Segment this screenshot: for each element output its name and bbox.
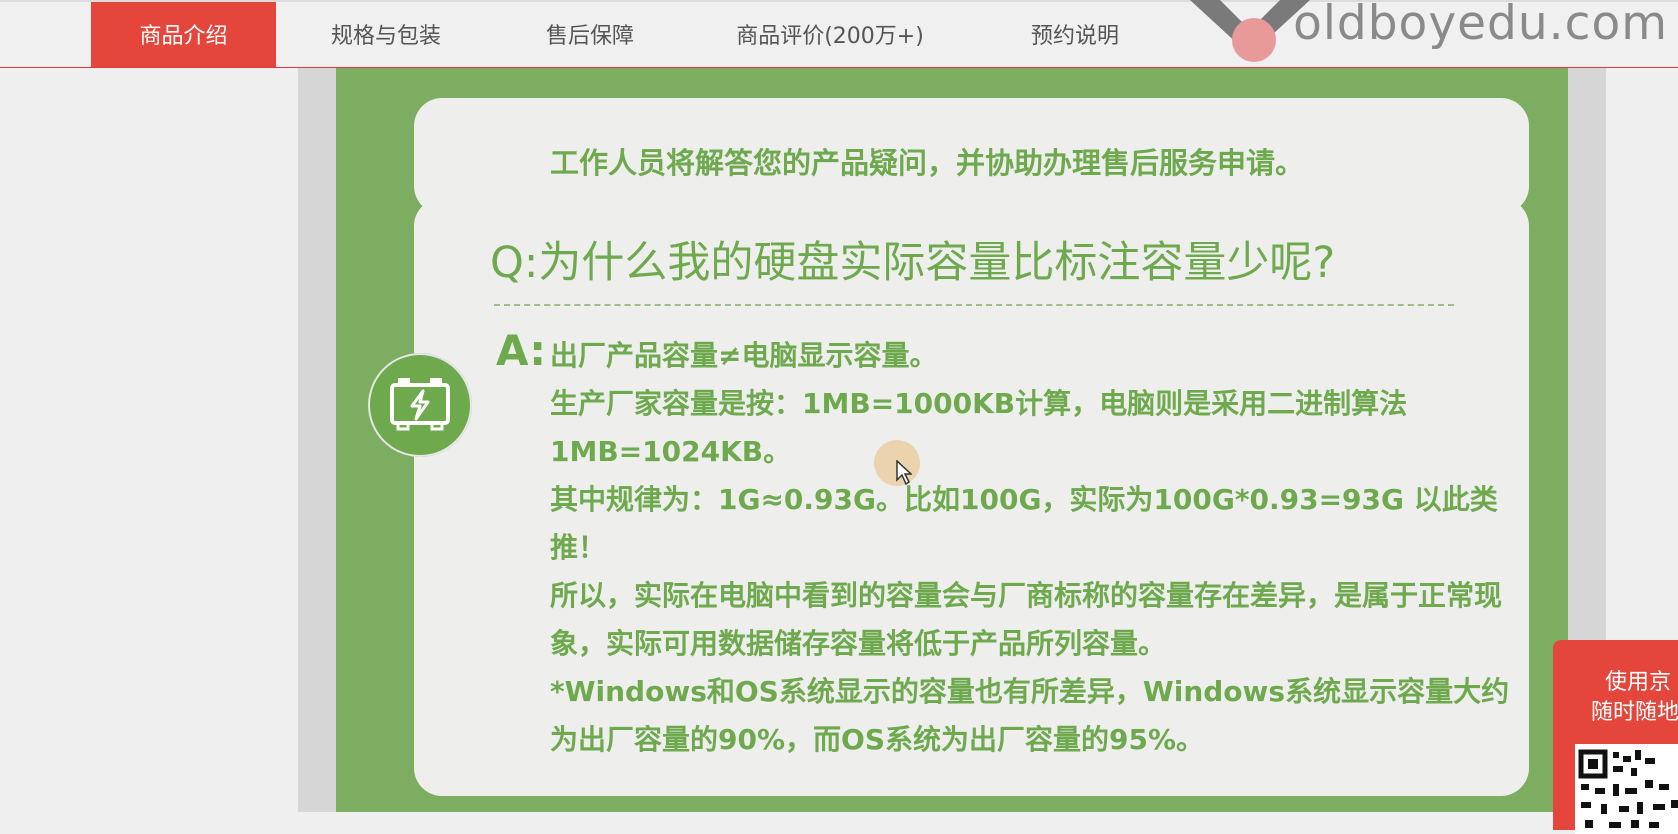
watermark-text: oldboyedu.com (1293, 0, 1668, 51)
question-divider (494, 304, 1454, 306)
tab-after-sales[interactable]: 售后保障 (520, 2, 660, 67)
app-promo-widget[interactable]: 使用京 随时随地 (1553, 640, 1678, 834)
promo-line-1: 使用京 (1605, 670, 1672, 695)
faq-green-panel: 工作人员将解答您的产品疑问，并协助办理售后服务申请。 Q:为什么我的硬盘实际容量… (336, 68, 1568, 812)
faq-answer: 出厂产品容量≠电脑显示容量。 生产厂家容量是按：1MB=1000KB计算，电脑则… (550, 332, 1510, 764)
previous-answer-text: 工作人员将解答您的产品疑问，并协助办理售后服务申请。 (550, 146, 1305, 180)
answer-label: A: (496, 326, 547, 375)
watermark-logo-icon (1190, 0, 1310, 62)
tab-reservation-info[interactable]: 预约说明 (1010, 2, 1140, 67)
battery-charging-icon (390, 378, 450, 431)
qr-code-icon (1575, 744, 1678, 834)
faq-card-previous: 工作人员将解答您的产品疑问，并协助办理售后服务申请。 (414, 98, 1529, 214)
battery-charging-badge (368, 353, 472, 457)
tab-reviews[interactable]: 商品评价(200万+) (720, 2, 940, 67)
answer-line: 生产厂家容量是按：1MB=1000KB计算，电脑则是采用二进制算法1MB=102… (550, 387, 1408, 468)
answer-line: 其中规律为：1G≈0.93G。比如100G，实际为100G*0.93=93G 以… (550, 483, 1498, 564)
answer-line: *Windows和OS系统显示的容量也有所差异，Windows系统显示容量大约为… (550, 675, 1510, 756)
mouse-cursor-icon (896, 460, 912, 486)
tab-product-intro[interactable]: 商品介绍 (91, 2, 276, 67)
faq-question: Q:为什么我的硬盘实际容量比标注容量少呢? (490, 238, 1336, 288)
tab-specs-packaging[interactable]: 规格与包装 (306, 2, 466, 67)
answer-line: 所以，实际在电脑中看到的容量会与厂商标称的容量存在差异，是属于正常现象，实际可用… (550, 579, 1503, 660)
answer-line: 出厂产品容量≠电脑显示容量。 (550, 339, 938, 372)
faq-card-capacity: Q:为什么我的硬盘实际容量比标注容量少呢? A: 出厂产品容量≠电脑显示容量。 … (414, 198, 1529, 796)
promo-line-2: 随时随地 (1591, 700, 1678, 725)
